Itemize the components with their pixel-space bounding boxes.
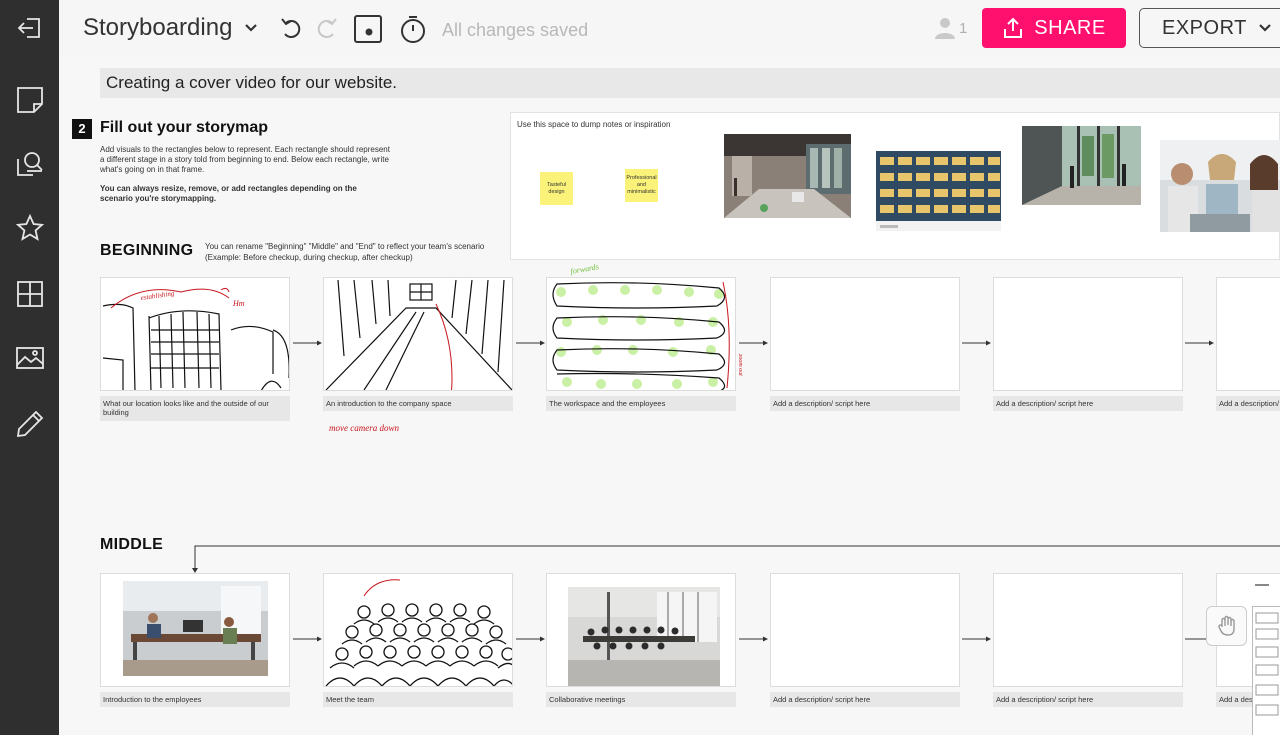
search-board-button[interactable]: [0, 136, 59, 192]
handwritten-note[interactable]: move camera down: [327, 421, 527, 441]
zoom-out-button[interactable]: [1255, 584, 1269, 586]
flow-arrow: [293, 334, 323, 346]
flow-arrow: [1185, 334, 1215, 346]
step-description[interactable]: Add visuals to the rectangles below to r…: [100, 145, 390, 175]
present-frame-icon[interactable]: [353, 14, 383, 44]
story-frame[interactable]: [993, 277, 1183, 391]
sketch-note: Pan out to show whole team: [324, 574, 339, 598]
frame-caption[interactable]: Add a description/ script here: [993, 692, 1183, 707]
frame-caption[interactable]: Meet the team: [323, 692, 513, 707]
section-hint[interactable]: You can rename "Beginning" "Middle" and …: [205, 241, 485, 263]
frame-caption[interactable]: What our location looks like and the out…: [100, 396, 290, 421]
left-toolbar: [0, 0, 59, 735]
pencil-icon: [16, 410, 43, 438]
sketch-note: forwards: [570, 262, 600, 276]
flow-arrow: [962, 334, 992, 346]
share-button[interactable]: SHARE: [982, 8, 1126, 48]
board-header[interactable]: Creating a cover video for our website.: [100, 68, 1280, 98]
hand-icon: [1217, 615, 1235, 636]
story-frame[interactable]: [770, 277, 960, 391]
section-title-middle[interactable]: MIDDLE: [100, 536, 163, 554]
export-label: EXPORT: [1162, 16, 1247, 39]
search-board-icon: [16, 152, 43, 176]
frame-caption[interactable]: Add a description/ script here: [770, 396, 960, 411]
favorites-button[interactable]: [0, 200, 59, 256]
flow-arrow: [739, 334, 769, 346]
frame-caption[interactable]: Add a description/ script here: [770, 692, 960, 707]
sticky-note[interactable]: Professional and minimalistic: [625, 169, 658, 202]
chevron-down-icon: [1259, 24, 1271, 32]
board-canvas[interactable]: Creating a cover video for our website. …: [59, 58, 1280, 735]
frame-caption[interactable]: Introduction to the employees: [100, 692, 290, 707]
story-frame[interactable]: [546, 277, 736, 391]
story-frame[interactable]: [323, 277, 513, 391]
image-button[interactable]: [0, 330, 59, 386]
flow-arrow: [962, 630, 992, 642]
building-facade-photo[interactable]: [876, 151, 1001, 231]
undo-icon[interactable]: [277, 14, 307, 44]
step-number: 2: [72, 119, 92, 139]
story-frame[interactable]: [1216, 277, 1280, 391]
pencil-button[interactable]: [0, 396, 59, 452]
image-icon: [15, 347, 44, 369]
minimap[interactable]: [1252, 606, 1280, 735]
top-bar: Storyboarding All changes saved 1 SHARE …: [59, 0, 1280, 58]
storyboard-app: Storyboarding All changes saved 1 SHARE …: [0, 0, 1280, 735]
collaborators-indicator[interactable]: 1: [933, 16, 967, 40]
flow-arrow: [739, 630, 769, 642]
story-frame[interactable]: [546, 573, 736, 687]
frame-caption[interactable]: Add a description/ script here: [993, 396, 1183, 411]
story-frame[interactable]: Pan out to show whole team: [323, 573, 513, 687]
handwritten-note[interactable]: forwards: [569, 262, 629, 278]
export-button[interactable]: EXPORT: [1139, 8, 1280, 48]
glass-corridor-photo[interactable]: [1022, 126, 1141, 205]
sticky-note[interactable]: Tasteful design: [540, 172, 573, 205]
frame-caption[interactable]: Add a description/ script here: [1216, 396, 1280, 411]
story-frame[interactable]: [993, 573, 1183, 687]
grid-icon: [16, 281, 43, 307]
frame-caption[interactable]: Collaborative meetings: [546, 692, 736, 707]
exit-board-button[interactable]: [0, 0, 59, 56]
connector-line: [192, 545, 1280, 573]
inspiration-panel[interactable]: Use this space to dump notes or inspirat…: [510, 112, 1280, 260]
exit-icon: [17, 18, 40, 38]
story-frame[interactable]: establishing Hm: [100, 277, 290, 391]
user-count: 1: [959, 19, 968, 37]
sticky-note-icon: [16, 87, 43, 113]
handwritten-note[interactable]: zoom out: [735, 348, 757, 378]
share-label: SHARE: [1034, 16, 1106, 39]
upload-icon: [1004, 17, 1023, 38]
user-icon: [935, 18, 955, 39]
story-frame[interactable]: [770, 573, 960, 687]
save-status: All changes saved: [442, 20, 589, 40]
colleagues-photo[interactable]: [1160, 140, 1280, 232]
timer-icon[interactable]: [398, 14, 428, 44]
star-icon: [15, 213, 44, 241]
office-hallway-photo[interactable]: [724, 134, 851, 218]
sketch-note: Hm: [232, 299, 245, 308]
chevron-down-icon[interactable]: [241, 18, 261, 38]
pan-tool-button[interactable]: [1206, 606, 1247, 646]
sketch-note: move camera down: [329, 423, 399, 433]
board-title[interactable]: Storyboarding: [83, 14, 232, 42]
frame-caption[interactable]: An introduction to the company space: [323, 396, 513, 411]
templates-button[interactable]: [0, 266, 59, 322]
inspiration-label: Use this space to dump notes or inspirat…: [517, 120, 671, 129]
redo-icon[interactable]: [311, 14, 341, 44]
flow-arrow: [516, 630, 546, 642]
sketch-note: zoom out: [737, 353, 743, 376]
step-description-bold[interactable]: You can always resize, remove, or add re…: [100, 184, 390, 204]
frame-caption[interactable]: The workspace and the employees: [546, 396, 736, 411]
flow-arrow: [516, 334, 546, 346]
story-frame[interactable]: [100, 573, 290, 687]
sticky-note-button[interactable]: [0, 72, 59, 128]
section-title-beginning[interactable]: BEGINNING: [100, 242, 193, 260]
flow-arrow: [293, 630, 323, 642]
step-title[interactable]: Fill out your storymap: [100, 119, 268, 137]
